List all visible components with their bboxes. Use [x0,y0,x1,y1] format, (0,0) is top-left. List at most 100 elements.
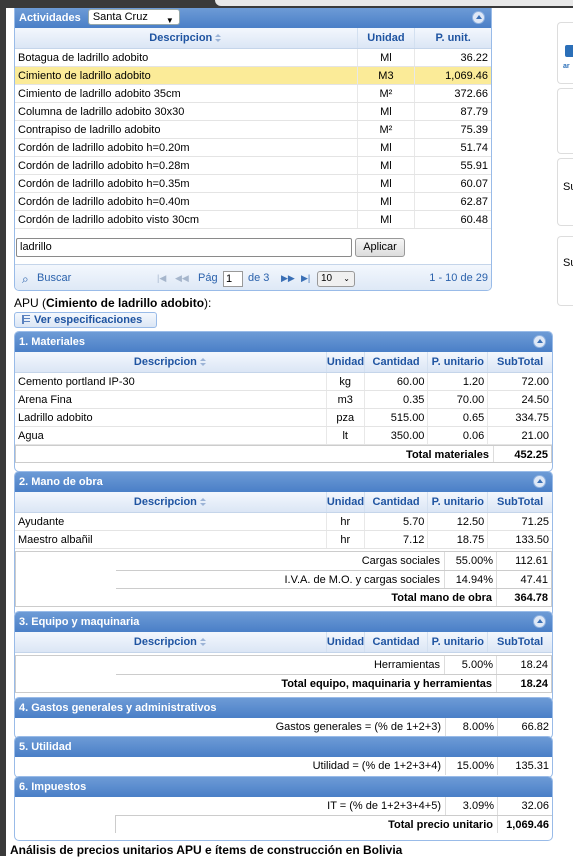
col-unidad[interactable]: Unidad [358,28,416,48]
herramientas-row: Herramientas 5.00% 18.24 [116,656,551,674]
activity-row[interactable]: Cimiento de ladrillo adobito M3 1,069.46 [15,67,491,85]
apu-name: Cimiento de ladrillo adobito [46,296,205,310]
column-headers: Descripcion Unidad Cantidad P. unitario SubT… [15,492,552,513]
col-p-unitario[interactable]: P. unitario [428,492,489,512]
col-unidad[interactable]: Unidad [327,632,365,652]
activity-price: 36.22 [460,52,488,64]
section-header: 1. Materiales [15,332,552,352]
column-headers: Descripcion Unidad Cantidad P. unitario SubT… [15,632,552,653]
last-page-icon[interactable]: ▶| [301,265,310,290]
section-header: 2. Mano de obra [15,472,552,492]
item-qty: 350.00 [365,427,429,444]
gastos-label: Gastos generales = (% de 1+2+3) [275,721,441,733]
side-card-label: Su [563,181,573,193]
filter-input[interactable]: ladrillo [16,238,352,257]
activity-price: 60.48 [460,214,488,226]
collapse-icon[interactable] [533,475,546,488]
item-subtotal: 72.00 [521,376,549,388]
section-materiales: 1. Materiales Descripcion Unidad Cantidad P… [14,331,553,472]
side-card[interactable] [557,88,573,154]
activity-row[interactable]: Cordón de ladrillo adobito visto 30cm Ml 6… [15,211,491,229]
col-descripcion-label: Descripcion [133,636,197,648]
cargas-pct: 55.00% [444,552,496,570]
activity-row[interactable]: Cimiento de ladrillo adobito 35cm M² 372.6… [15,85,491,103]
collapse-icon[interactable] [472,11,485,24]
col-cantidad[interactable]: Cantidad [365,352,429,372]
activity-row[interactable]: Contrapiso de ladrillo adobito M² 75.39 [15,121,491,139]
total-label: Total materiales [406,449,489,461]
page-size-select[interactable]: 10 ⌄ [317,271,355,287]
collapse-icon[interactable] [533,335,546,348]
mano-rows: Ayudante hr 5.70 12.50 71.25 Maestro albañil h… [15,513,552,549]
side-card[interactable]: ar [557,22,573,84]
apu-suffix: ): [204,296,212,310]
activity-row[interactable]: Cordón de ladrillo adobito h=0.40m Ml 62.8… [15,193,491,211]
filter-bar: ladrillo Aplicar [15,236,491,260]
col-unidad[interactable]: Unidad [327,492,365,512]
search-icon[interactable]: ⌕ [22,266,29,290]
col-descripcion[interactable]: Descripcion [15,28,358,48]
gastos-value: 66.82 [497,718,552,736]
prev-page-icon[interactable]: ◀◀ [175,265,189,290]
activity-desc: Cordón de ladrillo adobito h=0.35m [15,175,358,192]
utilidad-pct: 15.00% [445,757,497,775]
activity-desc: Cordón de ladrillo adobito visto 30cm [15,211,358,228]
activity-desc: Cimiento de ladrillo adobito [15,67,358,84]
activity-desc: Contrapiso de ladrillo adobito [15,121,358,138]
col-p-unit[interactable]: P. unit. [415,28,491,48]
city-select[interactable]: Santa Cruz ▼ [87,9,180,25]
item-qty: 515.00 [365,409,429,426]
col-unidad[interactable]: Unidad [327,352,365,372]
col-descripcion[interactable]: Descripcion [15,492,327,512]
col-cantidad[interactable]: Cantidad [365,492,429,512]
sort-icon [215,33,222,43]
side-card[interactable]: Su [557,236,573,306]
apply-button[interactable]: Aplicar [355,238,405,257]
page-input[interactable]: 1 [223,271,243,287]
col-cantidad[interactable]: Cantidad [365,632,429,652]
herramientas-pct: 5.00% [444,656,496,674]
column-headers: Descripcion Unidad Cantidad P. unitario SubT… [15,352,552,373]
herramientas-label: Herramientas [373,659,440,671]
total-value: 364.78 [496,589,551,606]
col-subtotal[interactable]: SubTotal [488,352,552,372]
spec-button-label: Ver especificaciones [34,314,143,326]
activity-unit: Ml [358,139,416,156]
activity-row[interactable]: Cordón de ladrillo adobito h=0.20m Ml 51.7… [15,139,491,157]
col-p-unitario[interactable]: P. unitario [428,632,489,652]
col-subtotal[interactable]: SubTotal [488,492,552,512]
total-mano-row: Total mano de obra 364.78 [116,588,551,606]
collapse-icon[interactable] [533,615,546,628]
activity-row[interactable]: Cordón de ladrillo adobito h=0.35m Ml 60.0… [15,175,491,193]
activities-header: Actividades Santa Cruz ▼ [15,8,491,28]
item-unit: hr [327,531,365,548]
col-descripcion-label: Descripcion [133,496,197,508]
col-descripcion[interactable]: Descripcion [15,632,327,652]
first-page-icon[interactable]: |◀ [157,265,166,290]
mano-summary: Cargas sociales 55.00% 112.61 I.V.A. de … [15,551,552,607]
next-page-icon[interactable]: ▶▶ [281,265,295,290]
activity-unit: Ml [358,103,416,120]
iva-pct: 14.94% [444,571,496,588]
col-subtotal[interactable]: SubTotal [488,632,552,652]
utilidad-label: Utilidad = (% de 1+2+3+4) [312,760,441,772]
item-qty: 0.35 [365,391,429,408]
activity-price: 60.07 [460,178,488,190]
total-value: 452.25 [493,446,551,462]
activity-row[interactable]: Botagua de ladrillo adobito Ml 36.22 [15,49,491,67]
activity-row[interactable]: Columna de ladrillo adobito 30x30 Ml 87.79 [15,103,491,121]
item-row: Agua lt 350.00 0.06 21.00 [15,427,552,445]
search-button[interactable]: Buscar [37,265,71,290]
col-p-unitario[interactable]: P. unitario [428,352,489,372]
spec-button[interactable]: Ver especificaciones [14,312,157,328]
section-header: 6. Impuestos [15,777,552,797]
activity-row[interactable]: Cordón de ladrillo adobito h=0.28m Ml 55.9… [15,157,491,175]
col-descripcion[interactable]: Descripcion [15,352,327,372]
browser-top-strip [0,0,573,8]
page-range: 1 - 10 de 29 [429,272,488,284]
side-card[interactable]: Su [557,158,573,226]
section-title: 4. Gastos generales y administrativos [19,702,217,714]
total-value: 18.24 [496,675,551,692]
total-label: Total equipo, maquinaria y herramientas [281,678,492,690]
item-pu: 12.50 [428,513,489,530]
